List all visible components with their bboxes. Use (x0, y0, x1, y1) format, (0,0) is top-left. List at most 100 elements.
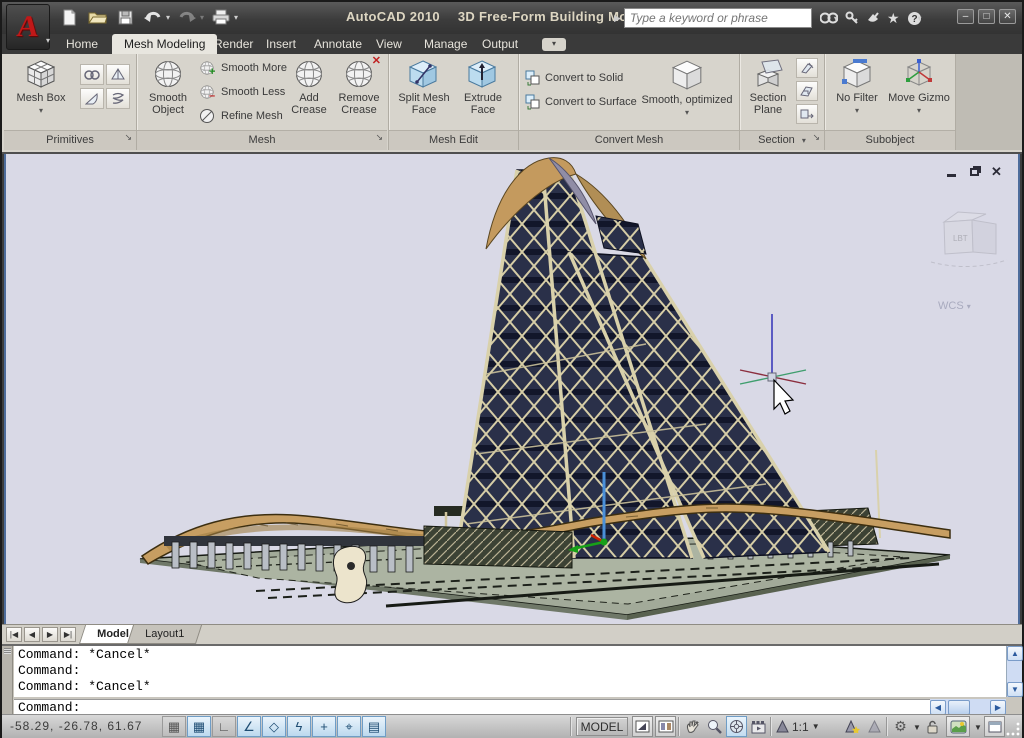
tab-view[interactable]: View (364, 34, 414, 54)
undo-button[interactable] (142, 6, 164, 28)
mesh-wedge-button[interactable] (80, 88, 104, 109)
toggle-snap[interactable]: ▦ (162, 716, 186, 737)
pan-button[interactable] (682, 716, 703, 737)
scroll-right-button[interactable]: ▶ (990, 700, 1006, 715)
move-gizmo-button[interactable]: Move Gizmo ▾ (887, 58, 951, 117)
minimize-button[interactable]: – (957, 9, 974, 24)
scroll-down-button[interactable]: ▼ (1007, 682, 1023, 697)
save-button[interactable] (114, 6, 136, 28)
smooth-less-button[interactable]: – Smooth Less (199, 84, 285, 100)
coordinate-display[interactable]: -58.29, -26.78, 61.67 (10, 719, 142, 733)
refine-mesh-button[interactable]: Refine Mesh (199, 108, 283, 124)
tray-dropdown-icon[interactable]: ▼ (974, 723, 982, 732)
mesh-helix-button[interactable] (106, 88, 130, 109)
scroll-up-button[interactable]: ▲ (1007, 646, 1023, 661)
dialog-launcher-icon[interactable]: ↘ (375, 128, 383, 147)
open-button[interactable] (86, 6, 108, 28)
section-plane-button[interactable]: Section Plane (742, 58, 794, 116)
mesh-torus-button[interactable] (80, 64, 104, 85)
autoscale-button[interactable] (864, 716, 885, 737)
search-button[interactable]: ▾ (820, 12, 838, 24)
remove-crease-button[interactable]: ✕ Remove Crease (335, 58, 383, 116)
resize-grip[interactable] (1006, 722, 1020, 736)
mesh-pyramid-button[interactable] (106, 64, 130, 85)
help-button[interactable]: ? ▾ (907, 11, 922, 26)
prev-tab-button[interactable]: ◀ (24, 627, 40, 642)
smooth-object-icon (152, 58, 184, 90)
steering-wheel-button[interactable] (726, 716, 747, 737)
panel-title-section: Section (758, 134, 795, 146)
generate-section-button[interactable] (796, 104, 818, 124)
close-button[interactable]: ✕ (999, 9, 1016, 24)
subscription-center-button[interactable] (845, 11, 859, 25)
showmotion-button[interactable] (748, 716, 769, 737)
favorites-button[interactable]: ★ (887, 10, 900, 27)
drawing-viewport[interactable]: LBT ✕ WCS ▾ (4, 154, 1020, 624)
print-button[interactable] (210, 6, 232, 28)
dialog-launcher-icon[interactable]: ↘ (812, 128, 820, 147)
add-jog-button[interactable] (796, 81, 818, 101)
no-filter-button[interactable]: No Filter ▾ (829, 58, 885, 117)
toggle-osnap[interactable]: ◇ (262, 716, 286, 737)
extrude-face-button[interactable]: Extrude Face (457, 58, 509, 116)
convert-to-solid-button[interactable]: Convert to Solid (525, 70, 623, 86)
toggle-dyn[interactable]: ⌖ (337, 716, 361, 737)
tab-layout1[interactable]: Layout1 (127, 625, 202, 644)
toggle-qp[interactable]: ▤ (362, 716, 386, 737)
model-space-button[interactable]: MODEL (576, 717, 628, 736)
smooth-object-button[interactable]: Smooth Object (143, 58, 193, 116)
last-tab-button[interactable]: ▶| (60, 627, 76, 642)
chevron-down-icon: ▾ (46, 36, 50, 45)
quick-view-layouts-button[interactable] (632, 716, 653, 737)
communication-center-button[interactable] (866, 11, 880, 25)
quick-view-drawings-button[interactable] (655, 716, 676, 737)
live-section-button[interactable] (796, 58, 818, 78)
toolbar-lock-button[interactable] (922, 716, 943, 737)
toggle-ortho[interactable]: ∟ (212, 716, 236, 737)
toggle-polar[interactable]: ∠ (237, 716, 261, 737)
search-input[interactable] (624, 8, 812, 28)
smooth-more-button[interactable]: + Smooth More (199, 60, 287, 76)
scrollbar-thumb[interactable] (948, 700, 970, 715)
undo-dropdown[interactable]: ▾ (166, 13, 170, 22)
workspace-settings-button[interactable]: ⚙ (890, 716, 911, 737)
panel-expand-icon[interactable]: ▾ (802, 136, 806, 145)
maximize-button[interactable]: □ (978, 9, 995, 24)
toggle-ducs[interactable]: + (312, 716, 336, 737)
dialog-launcher-icon[interactable]: ↘ (124, 128, 132, 147)
new-button[interactable] (58, 6, 80, 28)
split-mesh-face-button[interactable]: Split Mesh Face (395, 58, 453, 116)
infocenter-collapse-icon[interactable]: ▶ (614, 13, 621, 24)
convert-to-surface-button[interactable]: Convert to Surface (525, 94, 637, 110)
tab-home[interactable]: Home (54, 34, 110, 54)
redo-dropdown[interactable]: ▾ (200, 13, 204, 22)
convert-to-surface-icon (525, 94, 541, 110)
command-history[interactable]: Command: *Cancel* Command: Command: *Can… (14, 646, 1006, 697)
tab-insert[interactable]: Insert (254, 34, 308, 54)
annotation-scale-button[interactable]: 1:1 ▼ (774, 716, 836, 737)
scroll-left-button[interactable]: ◀ (930, 700, 946, 715)
drawing-minimize-button[interactable] (945, 166, 960, 179)
tab-output[interactable]: Output (470, 34, 530, 54)
toggle-otrack[interactable]: ϟ (287, 716, 311, 737)
wcs-dropdown[interactable]: WCS ▾ (938, 300, 971, 312)
annotation-visibility-button[interactable] (842, 716, 863, 737)
command-vertical-scrollbar[interactable]: ▲ ▼ (1006, 646, 1022, 697)
smooth-optimized-button[interactable]: Smooth, optimized ▾ (637, 58, 737, 119)
command-window-grip[interactable] (2, 646, 13, 716)
drawing-restore-button[interactable] (968, 166, 983, 179)
clean-screen-button[interactable] (984, 716, 1005, 737)
next-tab-button[interactable]: ▶ (42, 627, 58, 642)
redo-button[interactable] (176, 6, 198, 28)
mesh-box-button[interactable]: Mesh Box ▾ (12, 58, 70, 117)
tray-settings-button[interactable] (946, 716, 970, 737)
drawing-close-button[interactable]: ✕ (991, 166, 1006, 179)
first-tab-button[interactable]: |◀ (6, 627, 22, 642)
add-crease-button[interactable]: Add Crease (287, 58, 331, 116)
settings-dropdown-icon[interactable]: ▼ (913, 723, 921, 732)
application-menu-button[interactable]: A ▾ (6, 4, 50, 50)
zoom-button[interactable] (704, 716, 725, 737)
minimize-ribbon-button[interactable]: ▾ (542, 38, 566, 51)
toggle-grid[interactable]: ▦ (187, 716, 211, 737)
print-dropdown[interactable]: ▾ (234, 13, 238, 22)
